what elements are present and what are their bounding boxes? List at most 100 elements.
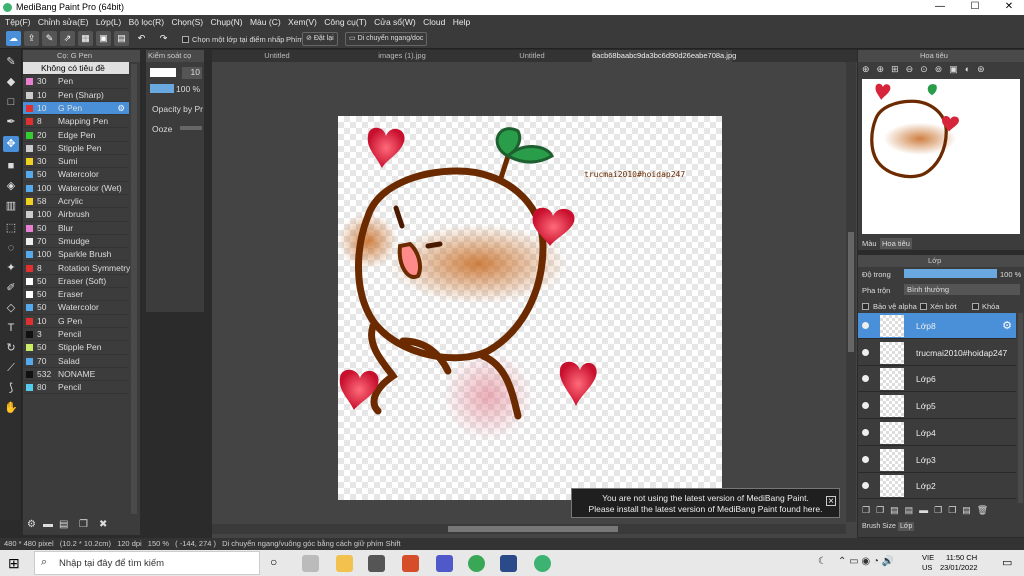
menu-snap[interactable]: Chụp(N) xyxy=(210,17,242,27)
brush-item[interactable]: 10 G Pen ⚙ xyxy=(23,101,129,116)
brush-item[interactable]: 70 Smudge xyxy=(23,235,129,249)
brush-item[interactable]: 50 Stipple Pen xyxy=(23,142,129,156)
menu-layer[interactable]: Lớp(L) xyxy=(96,17,121,27)
menu-view[interactable]: Xem(V) xyxy=(288,17,317,27)
layer-row[interactable]: Lớp6 xyxy=(858,366,1016,393)
rect-tool-icon[interactable]: □ xyxy=(3,94,19,110)
fill-rect-tool-icon[interactable]: ■ xyxy=(3,158,19,174)
drawing-canvas[interactable]: trucmai2010#hoidap247 xyxy=(338,116,722,500)
file-explorer-icon[interactable] xyxy=(336,555,353,572)
undo-icon[interactable]: ↶ xyxy=(134,31,149,46)
brush-scrollbar[interactable] xyxy=(131,64,137,514)
copy-icon[interactable]: ❐ xyxy=(79,519,88,530)
brush-group-header[interactable]: Không có tiêu đề xyxy=(23,62,129,76)
tab-images-1[interactable]: images (1).jpg xyxy=(352,50,452,62)
tab-color[interactable]: Màu xyxy=(862,239,877,248)
opacity-slider[interactable] xyxy=(150,84,174,93)
select-layer-checkbox[interactable] xyxy=(182,36,189,43)
eraser-tool-icon[interactable]: ◆ xyxy=(3,74,19,90)
magic-wand-icon[interactable]: ✦ xyxy=(3,260,19,276)
lasso-icon[interactable]: ◌ xyxy=(3,240,19,256)
gradient-tool-icon[interactable]: ▥ xyxy=(3,198,19,214)
brush-item[interactable]: 50 Eraser (Soft) xyxy=(23,275,129,289)
task-view-icon[interactable]: ○ xyxy=(270,555,277,569)
teams-icon[interactable] xyxy=(436,555,453,572)
canvas-hscroll[interactable] xyxy=(212,524,846,534)
lang-vie[interactable]: VIE xyxy=(922,553,934,562)
cloud-icon[interactable]: ☁ xyxy=(6,31,21,46)
brush-item[interactable]: 10 Pen (Sharp) xyxy=(23,89,129,102)
folder-icon[interactable]: ▬ xyxy=(43,519,53,530)
wps-icon[interactable] xyxy=(402,555,419,572)
brush-item[interactable]: 30 Pen xyxy=(23,75,129,89)
brush-item[interactable]: 50 Stipple Pen xyxy=(23,341,129,355)
visibility-icon[interactable] xyxy=(862,455,869,463)
visibility-icon[interactable] xyxy=(862,375,869,383)
menu-tools[interactable]: Công cụ(T) xyxy=(324,17,367,27)
share-icon[interactable]: ⇪ xyxy=(24,31,39,46)
image-icon[interactable]: ▣ xyxy=(96,31,111,46)
brush-item[interactable]: 3 Pencil xyxy=(23,328,129,342)
move-tool-icon[interactable]: ✥ xyxy=(3,136,19,152)
layer-row[interactable]: Lớp2 xyxy=(858,473,1016,500)
brush-item[interactable]: 70 Salad xyxy=(23,355,129,368)
grid-icon[interactable]: ▦ xyxy=(78,31,93,46)
hand-tool-icon[interactable]: ✋ xyxy=(3,400,19,416)
tab-navigator[interactable]: Hoa tiêu xyxy=(880,238,912,249)
canvas-vscroll[interactable] xyxy=(846,62,856,522)
brush-settings-icon[interactable]: ⚙ xyxy=(117,102,125,115)
lang-us[interactable]: US xyxy=(922,563,932,572)
brush-item[interactable]: 80 Pencil xyxy=(23,381,129,395)
layer-row[interactable]: Lớp5 xyxy=(858,393,1016,420)
menu-color[interactable]: Màu (C) xyxy=(250,17,281,27)
menu-help[interactable]: Help xyxy=(453,17,470,27)
layer-opacity-slider[interactable] xyxy=(904,269,997,278)
bucket-tool-icon[interactable]: ◈ xyxy=(3,178,19,194)
brush-item[interactable]: 50 Watercolor xyxy=(23,301,129,315)
operation-tool-icon[interactable]: ↻ xyxy=(3,340,19,356)
divide-tool-icon[interactable]: ⟋ xyxy=(3,360,19,376)
text-tool-icon[interactable]: T xyxy=(3,320,19,336)
system-tray-icons[interactable]: ⌃ ▭ ◉ ◔ 🔊 xyxy=(838,556,894,567)
brush-item[interactable]: 100 Sparkle Brush xyxy=(23,248,129,262)
clock-date[interactable]: 23/01/2022 xyxy=(940,563,978,572)
add-brush-icon[interactable]: ⚙ xyxy=(27,519,36,530)
close-button[interactable]: ✕ xyxy=(994,1,1024,12)
windows-start-icon[interactable]: ⊞ xyxy=(8,555,20,572)
menu-select[interactable]: Chọn(S) xyxy=(171,17,203,27)
size-value[interactable]: 10 xyxy=(182,67,202,79)
navigator-preview[interactable] xyxy=(862,79,1020,234)
redo-icon[interactable]: ↷ xyxy=(156,31,171,46)
move-button[interactable]: ▭ Di chuyển ngang/doc xyxy=(345,32,428,46)
export-icon[interactable]: ⇗ xyxy=(60,31,75,46)
delete-icon[interactable]: ✖ xyxy=(99,519,107,530)
eyedropper-icon[interactable]: ⟆ xyxy=(3,380,19,396)
brush-item[interactable]: 50 Watercolor xyxy=(23,168,129,182)
visibility-icon[interactable] xyxy=(862,322,869,329)
taskview-app-icon[interactable] xyxy=(302,555,319,572)
settings-icon[interactable]: ▤ xyxy=(114,31,129,46)
blend-select[interactable]: Bình thường xyxy=(904,284,1020,295)
close-notice-icon[interactable]: × xyxy=(826,496,836,507)
chrome-icon[interactable] xyxy=(468,555,485,572)
calculator-icon[interactable] xyxy=(500,555,517,572)
ooze-slider[interactable] xyxy=(180,126,202,130)
pen-tool-icon[interactable]: ✒ xyxy=(3,114,19,130)
visibility-icon[interactable] xyxy=(862,348,869,356)
menu-file[interactable]: Tệp(F) xyxy=(5,17,31,27)
brush-item[interactable]: 58 Acrylic xyxy=(23,195,129,209)
tab-active-image[interactable]: 6acb68baabc9da3bc6d90d26eabe708a.jpg xyxy=(592,50,736,62)
clock-time[interactable]: 11:50 CH xyxy=(946,553,977,562)
brush-item[interactable]: 50 Blur xyxy=(23,222,129,235)
layer-row[interactable]: Lớp8 ⚙ xyxy=(858,313,1016,339)
minimize-button[interactable]: — xyxy=(925,1,955,12)
taskbar-search[interactable]: ⌕ Nhập tại đây để tìm kiếm xyxy=(34,551,260,575)
brush-item[interactable]: 8 Rotation Symmetry xyxy=(23,262,130,275)
select-pen-icon[interactable]: ✐ xyxy=(3,280,19,296)
visibility-icon[interactable] xyxy=(862,402,869,410)
camera-icon[interactable] xyxy=(368,555,385,572)
layer-row[interactable]: Lớp3 xyxy=(858,447,1016,473)
brush-item[interactable]: 50 Eraser xyxy=(23,288,129,302)
layer-scrollbar[interactable] xyxy=(1018,313,1023,503)
update-notice[interactable]: You are not using the latest version of … xyxy=(571,488,840,518)
